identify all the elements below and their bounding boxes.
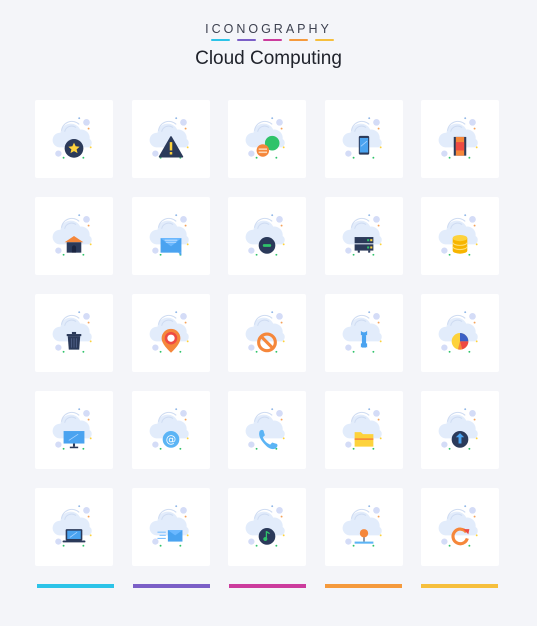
icon-card[interactable] bbox=[324, 391, 403, 469]
cloud-delete-icon bbox=[52, 311, 92, 353]
icon-card[interactable] bbox=[324, 488, 403, 566]
cloud-location-icon bbox=[149, 311, 189, 353]
cloud-blocked-icon bbox=[245, 311, 285, 353]
icon-card[interactable] bbox=[131, 197, 210, 275]
cloud-send-mail-icon bbox=[149, 505, 189, 547]
brand-bar bbox=[315, 39, 334, 41]
cloud-mail-icon bbox=[149, 214, 189, 256]
footer-bar bbox=[421, 584, 498, 588]
svg-text:@: @ bbox=[165, 434, 175, 446]
cloud-remove-icon bbox=[245, 214, 285, 256]
icon-card[interactable] bbox=[35, 391, 113, 469]
icon-card[interactable] bbox=[421, 488, 499, 566]
icon-card[interactable] bbox=[324, 197, 403, 275]
icon-card[interactable]: @ bbox=[131, 391, 210, 469]
icon-card[interactable] bbox=[35, 100, 113, 178]
icon-card[interactable] bbox=[228, 391, 306, 469]
footer-color-bars bbox=[37, 584, 498, 588]
brand-label: ICONOGRAPHY bbox=[205, 22, 332, 36]
icon-card[interactable] bbox=[421, 294, 499, 372]
cloud-home-icon bbox=[52, 214, 92, 256]
cloud-network-icon bbox=[342, 505, 382, 547]
brand-bar bbox=[263, 39, 282, 41]
cloud-settings-icon bbox=[342, 311, 382, 353]
footer-bar bbox=[229, 584, 306, 588]
icon-card[interactable] bbox=[324, 294, 403, 372]
cloud-database-icon bbox=[438, 214, 478, 256]
icon-card[interactable] bbox=[131, 294, 210, 372]
cloud-laptop-icon bbox=[52, 505, 92, 547]
cloud-chat-icon bbox=[245, 117, 285, 159]
cloud-folder-icon bbox=[342, 408, 382, 450]
icon-card[interactable] bbox=[324, 100, 403, 178]
icon-card[interactable] bbox=[228, 197, 306, 275]
page-title: Cloud Computing bbox=[195, 48, 342, 69]
icon-card[interactable] bbox=[131, 488, 210, 566]
brand-color-bars bbox=[211, 39, 334, 41]
icon-card[interactable] bbox=[35, 488, 113, 566]
footer-bar bbox=[325, 584, 402, 588]
icon-card[interactable] bbox=[421, 100, 499, 178]
icon-grid: @ bbox=[35, 100, 499, 566]
cloud-sync-icon bbox=[438, 505, 478, 547]
cloud-warning-icon bbox=[149, 117, 189, 159]
icon-card[interactable] bbox=[421, 391, 499, 469]
cloud-server-icon bbox=[342, 214, 382, 256]
brand-bar bbox=[237, 39, 256, 41]
icon-card[interactable] bbox=[228, 100, 306, 178]
icon-card[interactable] bbox=[35, 197, 113, 275]
cloud-analytics-icon bbox=[438, 311, 478, 353]
cloud-computer-icon bbox=[52, 408, 92, 450]
footer-bar bbox=[133, 584, 210, 588]
footer-bar bbox=[37, 584, 114, 588]
cloud-music-icon bbox=[245, 505, 285, 547]
cloud-video-icon bbox=[438, 117, 478, 159]
brand-bar bbox=[289, 39, 308, 41]
icon-card[interactable] bbox=[421, 197, 499, 275]
icon-card[interactable] bbox=[35, 294, 113, 372]
cloud-mobile-icon bbox=[342, 117, 382, 159]
icon-card[interactable] bbox=[228, 294, 306, 372]
cloud-call-icon bbox=[245, 408, 285, 450]
icon-card[interactable] bbox=[131, 100, 210, 178]
cloud-email-icon: @ bbox=[149, 408, 189, 450]
cloud-favorite-icon bbox=[52, 117, 92, 159]
brand-bar bbox=[211, 39, 230, 41]
icon-card[interactable] bbox=[228, 488, 306, 566]
cloud-upload-icon bbox=[438, 408, 478, 450]
